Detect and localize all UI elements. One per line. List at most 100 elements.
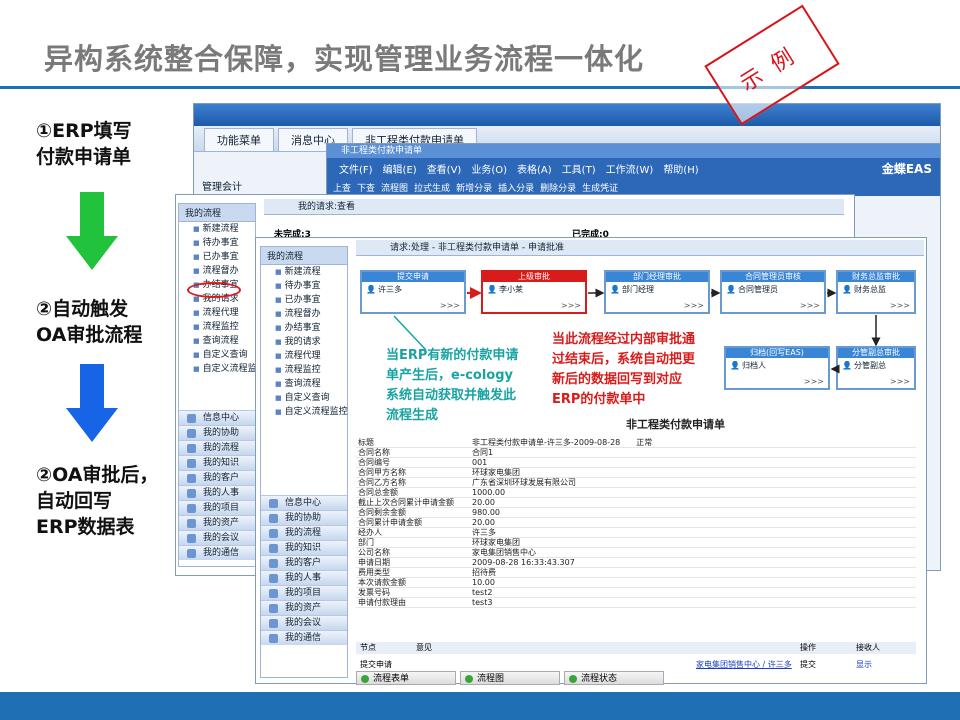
page-title: 异构系统整合保障，实现管理业务流程一体化 (44, 42, 645, 76)
oa-back-tree-item[interactable]: 流程代理 (179, 306, 255, 320)
log-user-link[interactable]: 家电集团销售中心 / 许三多 (696, 660, 792, 670)
oa-front-tree-item[interactable]: 流程代理 (261, 349, 347, 363)
flow-node-deputy-gm[interactable]: 分管副总审批 分管副总>>> (836, 346, 916, 390)
form-row: 公司名称 家电集团销售中心 (356, 548, 916, 558)
oa-front-nav-item[interactable]: 我的客户 (261, 555, 347, 570)
step-3-line1: ②OA审批后， (36, 464, 159, 486)
annotation-line: 单产生后，e-cology (386, 368, 514, 383)
oa-back-tree-item[interactable]: 已办事宜 (179, 250, 255, 264)
form-field-label: 合同累计申请金额 (358, 518, 422, 527)
eas-toolbar-button[interactable]: 流程图 (381, 181, 408, 194)
form-field-value: test2 (472, 588, 493, 597)
oa-back-tree-item[interactable]: 流程督办 (179, 264, 255, 278)
flow-node-submit[interactable]: 提交申请 许三多>>> (360, 270, 466, 314)
oa-front-nav-item[interactable]: 我的资产 (261, 600, 347, 615)
oa-back-nav-item[interactable]: 我的项目 (179, 500, 255, 515)
oa-front-tree-item[interactable]: 待办事宜 (261, 279, 347, 293)
form-row: 合同累计申请金额 20.00 (356, 518, 916, 528)
tab-flow-status[interactable]: 流程状态 (564, 671, 664, 685)
oa-back-nav-item[interactable]: 我的人事 (179, 485, 255, 500)
oa-back-nav-item[interactable]: 信息中心 (179, 410, 255, 425)
form-row: 费用类型 招待费 (356, 568, 916, 578)
oa-front-tree-item[interactable]: 查询流程 (261, 377, 347, 391)
eas-menu-item[interactable]: 工作流(W) (606, 161, 654, 176)
oa-back-nav-item[interactable]: 我的通信 (179, 545, 255, 560)
flow-node-archive[interactable]: 归档(回写EAS) 归档人>>> (724, 346, 830, 390)
eas-toolbar-button[interactable]: 插入分录 (498, 181, 534, 194)
log-recv-show-link[interactable]: 显示 (856, 660, 872, 670)
form-row: 申请付款理由 test3 (356, 598, 916, 608)
oa-front-tree: 新建流程待办事宜已办事宜流程督办办结事宜我的请求流程代理流程监控查询流程自定义查… (261, 265, 348, 419)
form-field-value: 许三多 (472, 528, 496, 537)
flow-node-person: 归档人 (726, 358, 828, 373)
oa-back-nav-item[interactable]: 我的知识 (179, 455, 255, 470)
oa-front-tree-item[interactable]: 办结事宜 (261, 321, 347, 335)
eas-menu-item[interactable]: 工具(T) (562, 161, 596, 176)
eas-menu-item[interactable]: 查看(V) (427, 161, 462, 176)
tab-flow-chart[interactable]: 流程图 (460, 671, 560, 685)
form-title: 非工程类付款申请单 (626, 418, 725, 431)
oa-front-nav-item[interactable]: 我的通信 (261, 630, 347, 645)
oa-front-nav-item[interactable]: 我的人事 (261, 570, 347, 585)
oa-front-nav-item[interactable]: 我的会议 (261, 615, 347, 630)
log-col-opinion: 意见 (416, 643, 432, 652)
eas-toolbar-button[interactable]: 上查 (333, 181, 351, 194)
eas-menu-item[interactable]: 帮助(H) (663, 161, 698, 176)
oa-back-tree-item[interactable]: 待办事宜 (179, 236, 255, 250)
eas-toolbar-button[interactable]: 下查 (357, 181, 375, 194)
eas-menu-item[interactable]: 文件(F) (339, 161, 373, 176)
oa-front-nav-item[interactable]: 我的流程 (261, 525, 347, 540)
oa-back-nav-item[interactable]: 我的会议 (179, 530, 255, 545)
form-field-value: 980.00 (472, 508, 500, 517)
oa-back-tree-item[interactable]: 查询流程 (179, 334, 255, 348)
eas-toolbar-button[interactable]: 拉式生成 (414, 181, 450, 194)
oa-front-tree-item[interactable]: 自定义流程监控 (261, 405, 348, 419)
flow-node-supervisor[interactable]: 上级审批 李小莱>>> (481, 270, 587, 314)
annotation-erp-trigger: 当ERP有新的付款申请 单产生后，e-cology 系统自动获取并触发此 流程生… (386, 346, 518, 426)
oa-front-nav-item[interactable]: 信息中心 (261, 495, 347, 510)
eas-menu-item[interactable]: 编辑(E) (383, 161, 417, 176)
oa-back-tree-item[interactable]: 自定义流程监控 (179, 362, 266, 376)
oa-front-tree-item[interactable]: 我的请求 (261, 335, 347, 349)
eas-toolbar-button[interactable]: 删除分录 (540, 181, 576, 194)
oa-back-tree-item[interactable]: 新建流程 (179, 222, 255, 236)
oa-front-nav-item[interactable]: 我的知识 (261, 540, 347, 555)
form-field-label: 合同总金额 (358, 488, 398, 497)
form-row: 经办人 许三多 (356, 528, 916, 538)
oa-front-tree-item[interactable]: 新建流程 (261, 265, 347, 279)
oa-back-nav-item[interactable]: 我的流程 (179, 440, 255, 455)
form-row: 合同总金额 1000.00 (356, 488, 916, 498)
eas-menu-item[interactable]: 表格(A) (517, 161, 552, 176)
form-field-value: 1000.00 (472, 488, 506, 497)
eas-toolbar-button[interactable]: 新增分录 (456, 181, 492, 194)
tab-flow-form[interactable]: 流程表单 (356, 671, 456, 685)
flow-node-person: 合同管理员 (722, 282, 824, 297)
down-arrow-icon (66, 192, 118, 270)
oa-back-nav-item[interactable]: 我的资产 (179, 515, 255, 530)
log-col-node: 节点 (360, 643, 376, 652)
oa-back-nav-item[interactable]: 我的客户 (179, 470, 255, 485)
oa-front-tree-item[interactable]: 流程监控 (261, 363, 347, 377)
tab-function-menu[interactable]: 功能菜单 (204, 128, 274, 151)
step-2-line1: ②自动触发 (36, 298, 129, 320)
oa-front-tree-item[interactable]: 已办事宜 (261, 293, 347, 307)
oa-front-nav-item[interactable]: 我的项目 (261, 585, 347, 600)
oa-back-tree-item[interactable]: 自定义查询 (179, 348, 255, 362)
annotation-line: 系统自动获取并触发此 (386, 388, 517, 403)
oa-front-tree-item[interactable]: 自定义查询 (261, 391, 347, 405)
flow-node-dept-manager[interactable]: 部门经理审批 部门经理>>> (604, 270, 710, 314)
form-field-label: 申请付款理由 (358, 598, 406, 607)
flow-node-person: 李小莱 (483, 282, 585, 297)
flow-node-finance-director[interactable]: 财务总监审批 财务总监>>> (836, 270, 916, 314)
oa-front-tree-item[interactable]: 流程督办 (261, 307, 347, 321)
oa-back-nav-item[interactable]: 我的协助 (179, 425, 255, 440)
form-field-label: 合同乙方名称 (358, 478, 406, 487)
oa-back-tree-item[interactable]: 流程监控 (179, 320, 255, 334)
eas-toolbar-button[interactable]: 生成凭证 (582, 181, 618, 194)
oa-front-nav-item[interactable]: 我的协助 (261, 510, 347, 525)
flow-node-contract-admin[interactable]: 合同管理员审核 合同管理员>>> (720, 270, 826, 314)
oa-front-tree-title: 我的流程 (261, 247, 347, 265)
form-field-label: 截止上次合同累计申请金额 (358, 498, 454, 507)
eas-menu-item[interactable]: 业务(O) (471, 161, 507, 176)
annotation-line: 流程生成 (386, 408, 439, 423)
